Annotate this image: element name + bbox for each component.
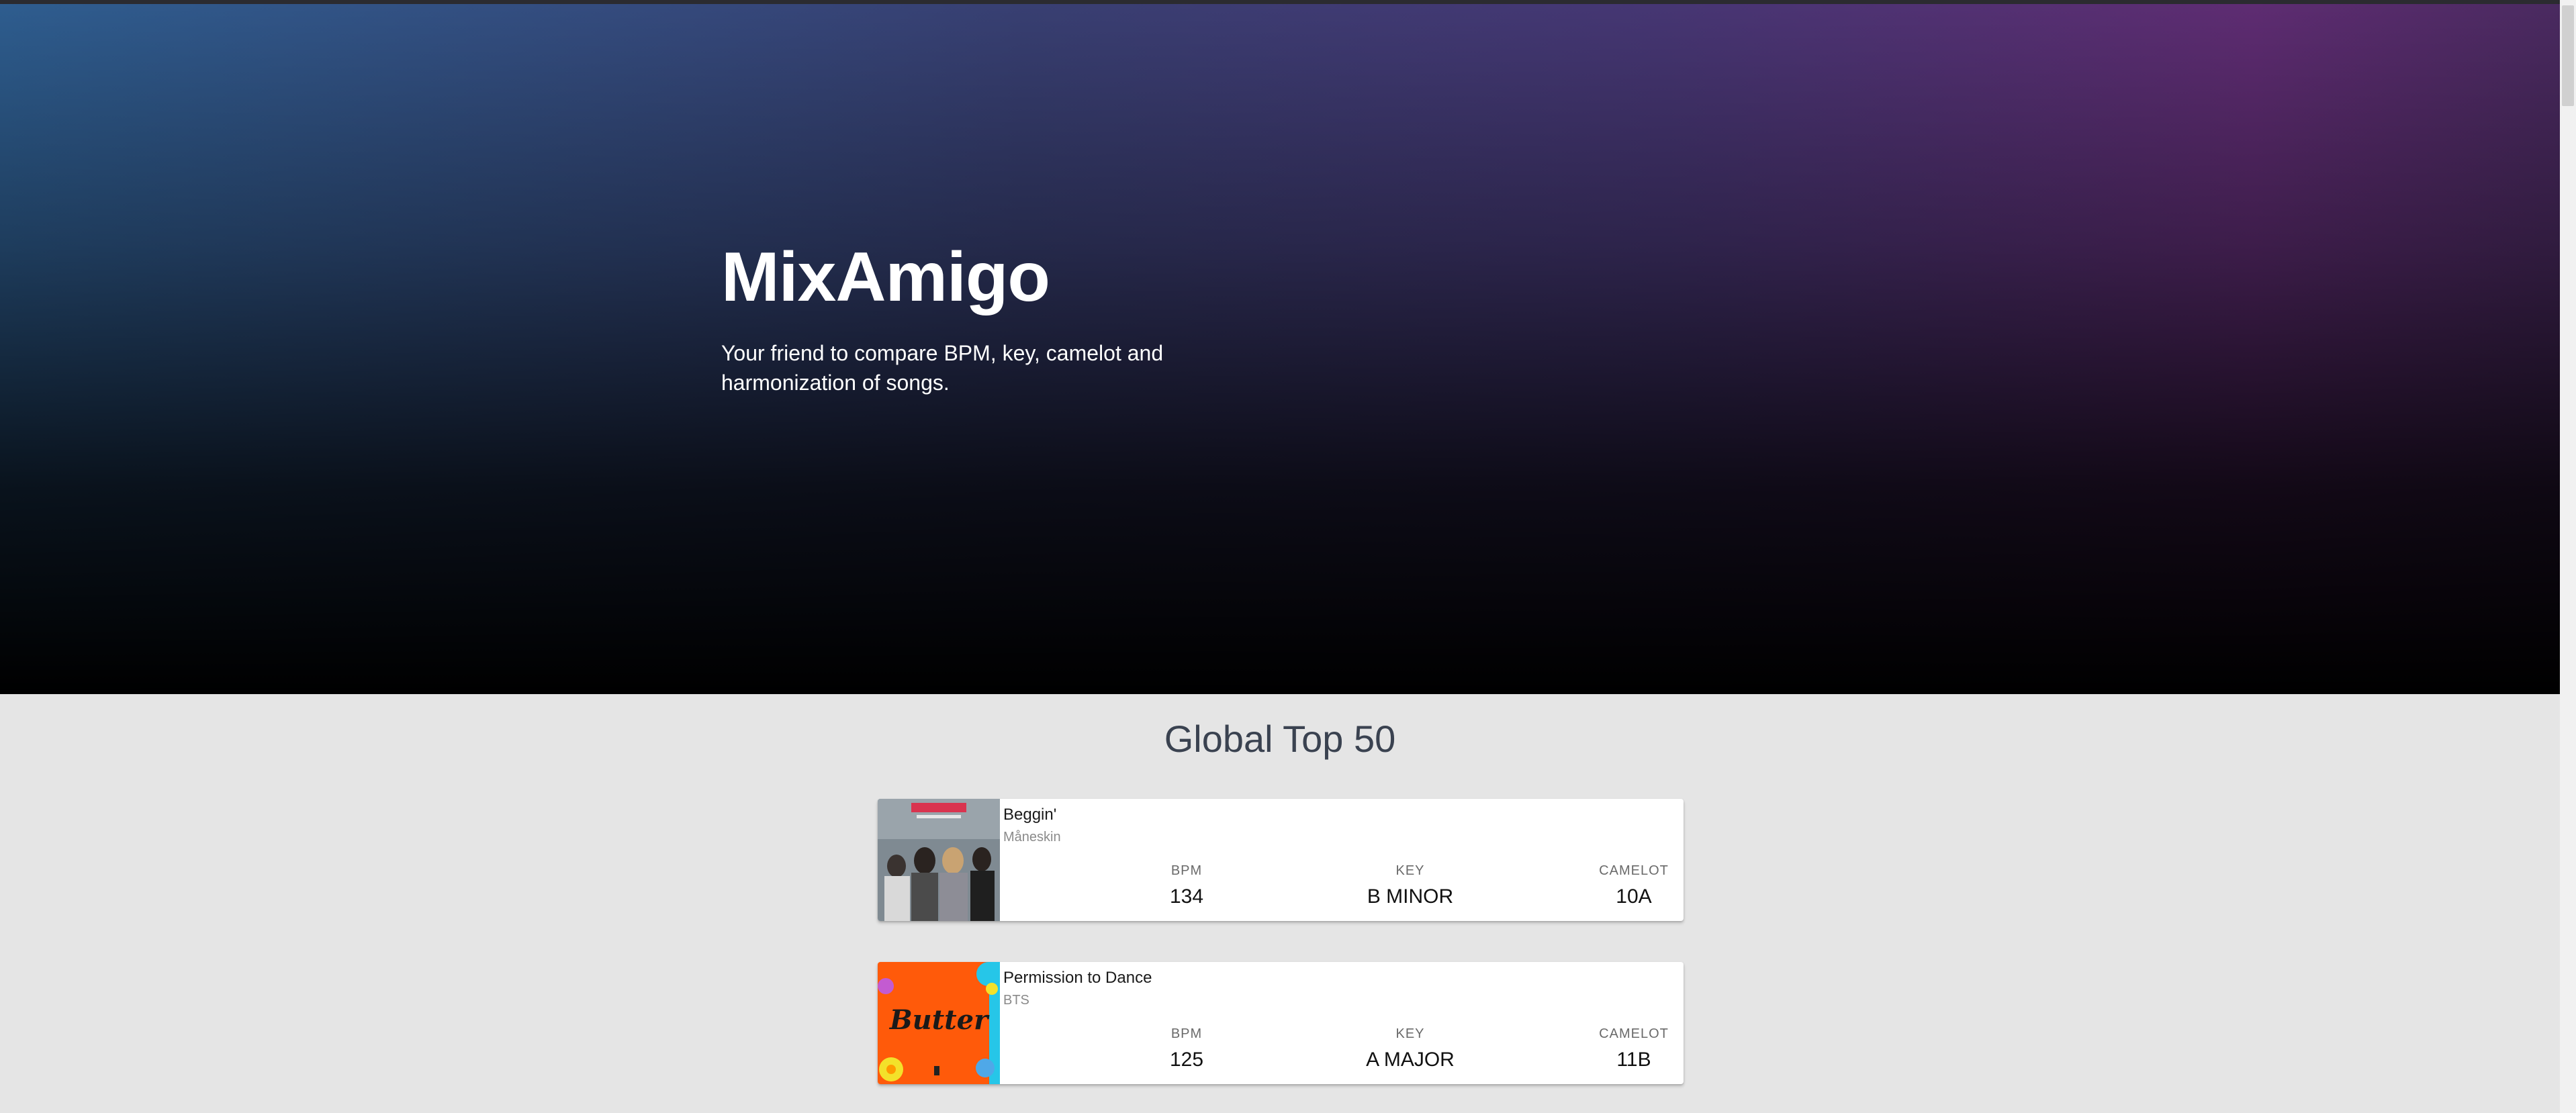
section-title: Global Top 50	[1164, 718, 1396, 760]
camelot-stat: CAMELOT 10A	[1560, 863, 1684, 908]
track-card[interactable]: Butter Permission to Dance BTS BPM 125 K…	[878, 962, 1684, 1084]
hero-banner: MixAmigo Your friend to compare BPM, key…	[0, 4, 2560, 694]
key-value: B MINOR	[1367, 885, 1454, 908]
camelot-label: CAMELOT	[1599, 863, 1669, 878]
album-cover-image: Butter	[878, 962, 1000, 1084]
scrollbar-thumb[interactable]	[2562, 5, 2574, 106]
bpm-stat: BPM 125	[1113, 1026, 1260, 1071]
track-title: Permission to Dance	[1003, 969, 1152, 987]
track-artist: BTS	[1003, 993, 1029, 1008]
camelot-stat: CAMELOT 11B	[1560, 1026, 1684, 1071]
camelot-value: 11B	[1616, 1049, 1651, 1071]
bpm-value: 134	[1169, 885, 1204, 908]
bpm-label: BPM	[1170, 863, 1203, 878]
album-cover-image	[878, 799, 1000, 921]
app-title: MixAmigo	[721, 238, 1050, 316]
bpm-label: BPM	[1170, 1026, 1203, 1041]
bpm-value: 125	[1169, 1049, 1204, 1071]
key-label: KEY	[1395, 1026, 1425, 1041]
bpm-stat: BPM 134	[1113, 863, 1260, 908]
track-card[interactable]: Beggin' Måneskin BPM 134 KEY B MINOR CAM…	[878, 799, 1684, 921]
app-tagline: Your friend to compare BPM, key, camelot…	[721, 341, 1164, 395]
track-artist: Måneskin	[1003, 830, 1061, 844]
album-cover-text: Butter	[889, 1004, 990, 1036]
camelot-label: CAMELOT	[1599, 1026, 1669, 1041]
key-value: A MAJOR	[1366, 1049, 1455, 1071]
key-stat: KEY B MINOR	[1336, 863, 1484, 908]
page-scrollbar[interactable]	[2560, 0, 2576, 1113]
key-stat: KEY A MAJOR	[1336, 1026, 1484, 1071]
track-title: Beggin'	[1003, 806, 1057, 824]
key-label: KEY	[1395, 863, 1425, 878]
camelot-value: 10A	[1616, 885, 1652, 908]
